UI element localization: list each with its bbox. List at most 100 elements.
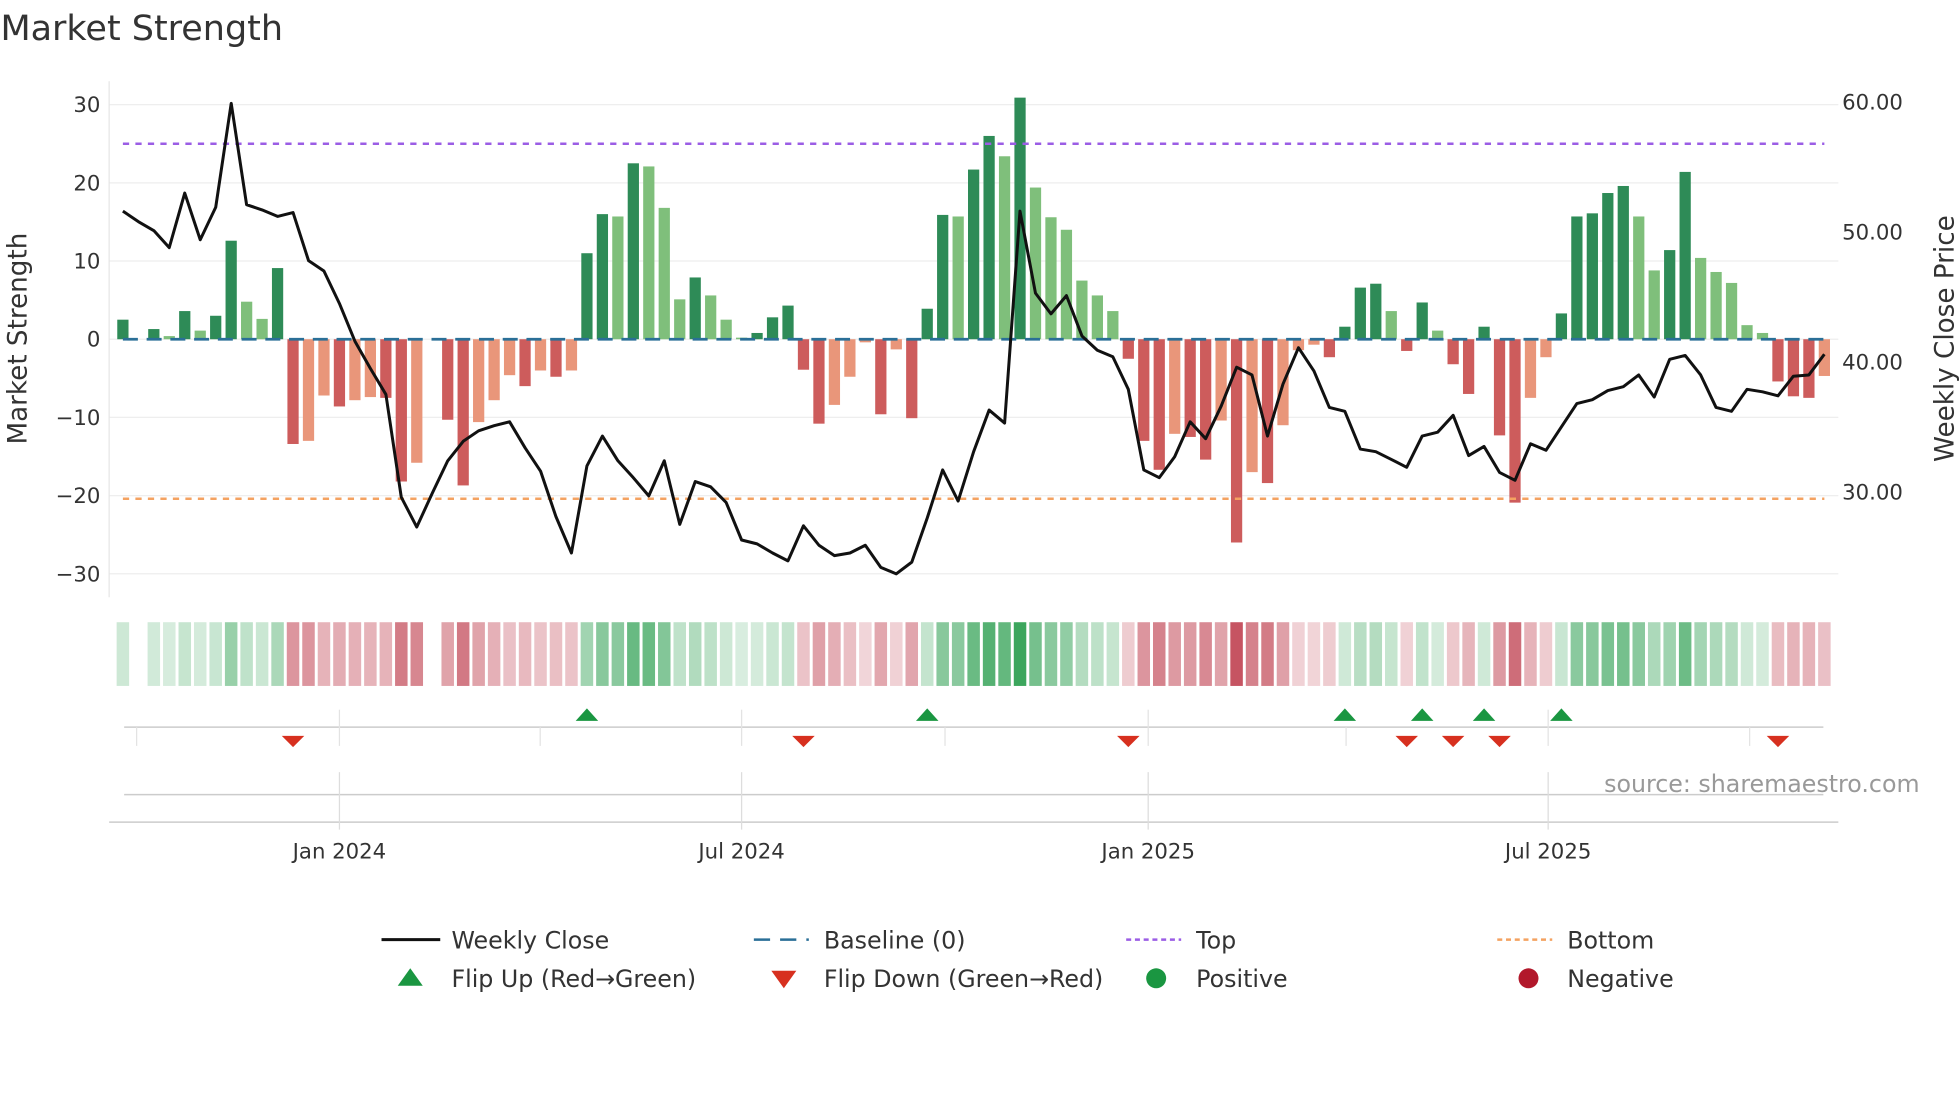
strength-bar: [1107, 311, 1119, 340]
strip-cell: [1446, 622, 1460, 686]
strip-cell: [1709, 622, 1723, 686]
strip-cell: [1199, 622, 1212, 686]
strip-cell: [364, 622, 377, 686]
strength-bar: [1540, 339, 1552, 358]
strip-cell: [688, 622, 702, 686]
strength-bar: [1524, 339, 1537, 398]
strip-cell: [627, 622, 640, 686]
market-strength-chart: Market Strength 30 20 10 0 −10 −20 −30 60.00 50.…: [0, 9, 1960, 993]
strip-cell: [395, 622, 408, 686]
strip-cell: [1137, 622, 1151, 686]
strip-cell: [1740, 622, 1754, 686]
strength-bar: [844, 339, 856, 377]
flip-up-marker: [1410, 708, 1434, 721]
strip-cell: [920, 622, 934, 686]
legend-label: Weekly Close: [451, 926, 609, 954]
strip-cell: [1044, 622, 1058, 686]
strength-bar: [1741, 325, 1753, 340]
strength-bar: [906, 339, 918, 419]
strip-cell: [1756, 622, 1769, 686]
strip-cell: [1678, 622, 1692, 686]
strength-bar: [1555, 313, 1568, 340]
y-axis-label: Market Strength: [4, 233, 34, 445]
strength-bar: [442, 339, 454, 420]
strength-bar: [210, 315, 222, 340]
strip-cell: [704, 622, 717, 686]
strength-bar: [1447, 339, 1459, 365]
strength-bar: [612, 216, 624, 340]
strength-bar: [411, 339, 423, 463]
strength-bar: [1633, 216, 1645, 340]
x-tick-label: Jan 2024: [291, 839, 387, 864]
strip-cell: [441, 622, 454, 686]
strength-bar: [937, 214, 949, 340]
y-tick-label: 20: [73, 171, 100, 196]
strip-cell: [410, 622, 424, 686]
strip-cell: [255, 622, 269, 686]
strength-bar: [1664, 250, 1676, 340]
strength-heat-strip: [116, 622, 1831, 686]
flip-up-marker: [1550, 708, 1573, 721]
strip-cell: [1539, 622, 1553, 686]
flip-down-marker: [1117, 735, 1140, 748]
strip-cell: [797, 622, 810, 686]
strip-cell: [1354, 622, 1367, 686]
strength-bar: [519, 339, 531, 387]
legend-label: Baseline (0): [824, 926, 966, 954]
strength-bar: [674, 299, 686, 340]
strength-bar: [1153, 339, 1165, 470]
strip-cell: [549, 622, 563, 686]
strength-bar: [1586, 213, 1598, 340]
y-tick-label: 30: [73, 93, 100, 118]
flip-up-marker: [915, 708, 939, 721]
strip-cell: [812, 622, 826, 686]
strip-cell: [1168, 622, 1181, 686]
strength-bar: [318, 339, 330, 396]
strip-cell: [596, 622, 609, 686]
strip-cell: [890, 622, 903, 686]
y2-tick-label: 50.00: [1842, 220, 1903, 245]
strength-bar: [488, 339, 500, 401]
strength-bar: [565, 339, 578, 371]
strip-cell: [1245, 622, 1259, 686]
strip-cell: [843, 622, 857, 686]
legend-label: Positive: [1196, 965, 1287, 993]
strength-bar: [1029, 187, 1042, 340]
strip-cell: [379, 622, 393, 686]
y-tick-label: −10: [56, 406, 101, 431]
strength-bar: [1076, 280, 1088, 340]
strip-cell: [1601, 622, 1615, 686]
y-tick-label: 0: [87, 328, 101, 353]
strength-bar: [1060, 229, 1073, 340]
y-tick-label: −30: [56, 562, 101, 587]
strength-bar: [1091, 295, 1103, 340]
strip-cell: [1617, 622, 1630, 686]
strip-cell: [1647, 622, 1661, 686]
strength-bar: [921, 308, 933, 340]
strength-bar: [1339, 326, 1351, 340]
flip-down-marker: [1441, 735, 1465, 748]
strip-cell: [1369, 622, 1383, 686]
strength-bar: [1679, 171, 1691, 340]
legend-triangle-down-icon: [771, 970, 797, 989]
strength-bar: [720, 319, 732, 340]
strip-cell: [1524, 622, 1537, 686]
strength-bar: [952, 216, 964, 340]
strip-cell: [1555, 622, 1568, 686]
strip-cell: [1323, 622, 1336, 686]
strip-cell: [1725, 622, 1738, 686]
strength-bar: [271, 268, 284, 340]
flip-markers-panel: [124, 708, 1824, 748]
strength-bar: [1725, 282, 1738, 340]
legend: Weekly Close Baseline (0) Top Bottom Flip Up…: [381, 926, 1674, 993]
legend-triangle-up-icon: [397, 968, 423, 986]
strip-cell: [1586, 622, 1599, 686]
strength-bar: [1478, 326, 1490, 340]
strip-cell: [487, 622, 501, 686]
strip-cell: [163, 622, 176, 686]
strip-cell: [1818, 622, 1831, 686]
strength-bar: [1169, 339, 1181, 434]
strength-bar: [1787, 339, 1800, 397]
strength-bar: [1493, 339, 1506, 436]
strip-cell: [534, 622, 547, 686]
